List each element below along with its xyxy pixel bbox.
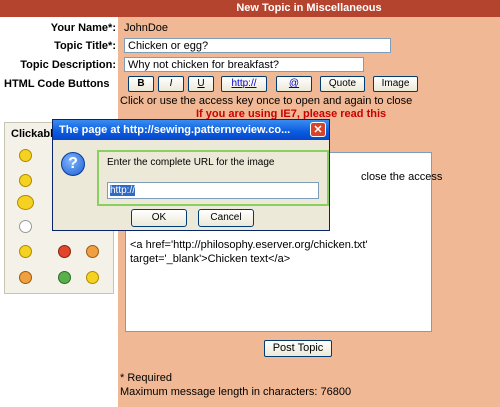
bold-button[interactable]: B [128,76,154,92]
dialog-title-bar[interactable]: The page at http://sewing.patternreview.… [53,120,329,140]
access-key-hint: Click or use the access key once to open… [120,95,413,107]
cool-icon[interactable] [86,245,99,258]
name-value: JohnDoe [124,22,169,34]
quote-button[interactable]: Quote [320,76,365,92]
topic-title-input[interactable]: Chicken or egg? [124,38,391,53]
html-buttons-label: HTML Code Buttons [4,78,110,90]
message-line-right: close the access [361,171,443,183]
underline-button[interactable]: U [188,76,214,92]
surprised-icon[interactable] [19,271,32,284]
link-button[interactable]: http:// [221,76,267,92]
sick-icon[interactable] [58,271,71,284]
question-icon: ? [61,152,85,176]
dialog-title: The page at http://sewing.patternreview.… [59,124,291,136]
laugh-icon[interactable] [17,195,34,210]
page-title: New Topic in Miscellaneous [236,2,382,14]
wink-icon[interactable] [19,245,32,258]
message-line-2: target='_blank'>Chicken text</a> [130,253,291,265]
prompt-area: Enter the complete URL for the image htt… [97,150,329,206]
italic-button[interactable]: I [158,76,184,92]
message-line-1: <a href='http://philosophy.eserver.org/c… [130,239,368,251]
url-input[interactable]: http:// [107,182,319,199]
email-button[interactable]: @ [276,76,312,92]
page-header: New Topic in Miscellaneous [0,0,500,17]
prompt-label: Enter the complete URL for the image [107,157,275,168]
url-prompt-dialog: The page at http://sewing.patternreview.… [52,119,330,231]
blank-icon[interactable] [19,220,32,233]
grin-icon[interactable] [19,174,32,187]
angry-icon[interactable] [58,245,71,258]
cancel-button[interactable]: Cancel [198,209,254,227]
image-button[interactable]: Image [373,76,418,92]
close-icon[interactable]: ✕ [310,122,326,137]
required-note: * Required [120,372,172,384]
description-label: Topic Description: [20,59,116,71]
max-length-note: Maximum message length in characters: 76… [120,386,352,398]
ok-button[interactable]: OK [131,209,187,227]
topic-description-input[interactable]: Why not chicken for breakfast? [124,57,364,72]
smile-icon[interactable] [19,149,32,162]
sleepy-icon[interactable] [86,271,99,284]
title-label: Topic Title*: [54,40,116,52]
url-input-value: http:// [110,185,136,196]
name-label: Your Name*: [50,22,116,34]
post-topic-button[interactable]: Post Topic [264,340,332,357]
